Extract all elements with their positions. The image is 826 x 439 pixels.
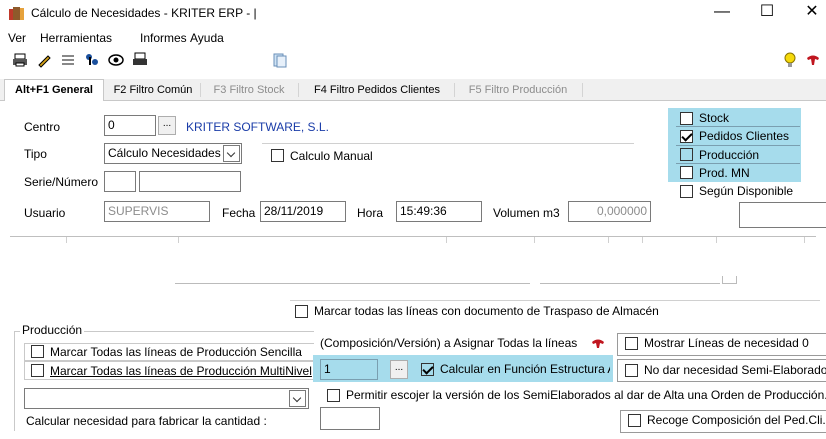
app-icon	[8, 6, 26, 22]
permitir-version-checkbox[interactable]	[327, 389, 340, 402]
divider	[262, 143, 634, 144]
minimize-button[interactable]: —	[712, 3, 732, 21]
pedidos-clientes-checkbox[interactable]	[680, 130, 693, 143]
tipo-select[interactable]: Cálculo Necesidades	[104, 143, 242, 164]
prod-mn-checkbox[interactable]	[680, 166, 693, 179]
permitir-version-label: Permitir escojer la versión de los SemiE…	[346, 388, 826, 402]
divider	[676, 163, 800, 164]
marcar-sencilla-label: Marcar Todas las líneas de Producción Se…	[50, 345, 302, 359]
tab-separator	[298, 83, 299, 97]
menu-ver[interactable]: Ver	[8, 31, 26, 45]
serie-label: Serie/Número	[24, 175, 99, 189]
composicion-browse-button[interactable]: ...	[390, 360, 408, 379]
pedidos-clientes-label: Pedidos Clientes	[699, 129, 790, 143]
produccion-label: Producción	[699, 148, 760, 162]
segun-disponible-label: Según Disponible	[699, 184, 794, 198]
centro-input[interactable]: 0	[104, 115, 156, 136]
composicion-input[interactable]: 1	[320, 359, 378, 380]
serie-input[interactable]	[104, 171, 136, 192]
divider	[290, 300, 820, 301]
tipo-dropdown-arrow[interactable]	[223, 145, 240, 162]
tab-separator	[582, 83, 583, 97]
window-title: Cálculo de Necesidades - KRITER ERP - |	[31, 6, 257, 20]
usuario-label: Usuario	[24, 206, 66, 220]
volumen-input[interactable]: 0,000000	[568, 201, 651, 222]
maximize-button[interactable]: ☐	[757, 3, 777, 21]
grid-top-border	[10, 236, 816, 237]
lightbulb-icon[interactable]	[782, 51, 798, 69]
menu-herramientas[interactable]: Herramientas	[40, 31, 112, 45]
gap-area	[0, 243, 826, 267]
hora-input[interactable]: 15:49:36	[396, 201, 482, 222]
calculo-manual-checkbox[interactable]	[271, 149, 284, 162]
segun-disponible-input[interactable]	[739, 202, 826, 228]
divider	[676, 126, 800, 127]
calcular-estructura-label: Calcular en Función Estructura Ar	[440, 362, 610, 376]
centro-label: Centro	[24, 120, 61, 134]
fecha-input[interactable]: 28/11/2019	[260, 201, 346, 222]
produccion-checkbox[interactable]	[680, 148, 693, 161]
stock-label: Stock	[699, 111, 730, 125]
produccion-dropdown-arrow[interactable]	[289, 390, 306, 407]
volumen-label: Volumen m3	[493, 206, 560, 220]
marcar-traspaso-label: Marcar todas las líneas con documento de…	[314, 304, 659, 318]
tab-separator	[454, 83, 455, 97]
composicion-label: (Composición/Versión) a Asignar Todas la…	[320, 336, 578, 350]
printer-preview-icon[interactable]	[132, 52, 148, 68]
menu-informes[interactable]: Informes	[140, 31, 187, 45]
document-icon[interactable]	[272, 52, 288, 68]
tab-general[interactable]: Alt+F1 General	[4, 79, 104, 101]
fecha-label: Fecha	[222, 206, 256, 220]
close-button[interactable]: ✕	[802, 3, 822, 21]
recoge-composicion-checkbox[interactable]	[628, 414, 641, 427]
produccion-group-title: Producción	[20, 323, 85, 337]
calcular-estructura-checkbox[interactable]	[421, 363, 434, 376]
usuario-input[interactable]: SUPERVIS	[104, 201, 210, 222]
printer-icon[interactable]	[12, 52, 28, 68]
centro-browse-button[interactable]: ...	[158, 116, 176, 135]
calculo-manual-label: Calculo Manual	[290, 149, 373, 163]
divider	[540, 283, 720, 284]
stock-checkbox[interactable]	[680, 112, 693, 125]
tipo-label: Tipo	[24, 147, 47, 161]
marcar-multinivel-label: Marcar Todas las líneas de Producción Mu…	[50, 364, 312, 378]
pencil-icon[interactable]	[36, 52, 52, 68]
marcar-sencilla-checkbox[interactable]	[31, 345, 44, 358]
marcar-traspaso-checkbox[interactable]	[295, 305, 308, 318]
mostrar-lineas-checkbox[interactable]	[625, 337, 638, 350]
tab-filtro-comun[interactable]: F2 Filtro Común	[108, 80, 198, 100]
eye-icon[interactable]	[108, 52, 124, 68]
bottom-edge-box	[722, 276, 737, 284]
centro-name: KRITER SOFTWARE, S.L.	[186, 120, 329, 134]
list-icon[interactable]	[60, 52, 76, 68]
tab-filtro-stock[interactable]: F3 Filtro Stock	[204, 80, 294, 100]
calcular-cantidad-input[interactable]	[320, 407, 380, 430]
prod-mn-label: Prod. MN	[699, 166, 750, 180]
no-dar-necesidad-checkbox[interactable]	[625, 364, 638, 377]
help-icon[interactable]	[805, 52, 821, 68]
recoge-composicion-label: Recoge Composición del Ped.Cli.	[647, 413, 826, 427]
no-dar-necesidad-label: No dar necesidad Semi-Elaborado	[644, 363, 826, 377]
tab-filtro-pedidos[interactable]: F4 Filtro Pedidos Clientes	[304, 80, 450, 100]
hora-label: Hora	[357, 206, 384, 220]
divider	[175, 283, 530, 284]
tab-separator	[200, 83, 201, 97]
segun-disponible-checkbox[interactable]	[680, 185, 693, 198]
numero-input[interactable]	[139, 171, 241, 192]
tree-icon[interactable]	[84, 52, 100, 68]
tab-filtro-produccion[interactable]: F5 Filtro Producción	[458, 80, 578, 100]
produccion-select[interactable]	[24, 388, 309, 409]
toolbar	[0, 48, 826, 72]
mostrar-lineas-label: Mostrar Líneas de necesidad 0	[644, 336, 809, 350]
calcular-cantidad-label: Calcular necesidad para fabricar la cant…	[26, 414, 267, 428]
help-icon[interactable]	[590, 336, 606, 350]
divider	[676, 145, 800, 146]
marcar-multinivel-checkbox[interactable]	[31, 364, 44, 377]
menu-ayuda[interactable]: Ayuda	[190, 31, 224, 45]
